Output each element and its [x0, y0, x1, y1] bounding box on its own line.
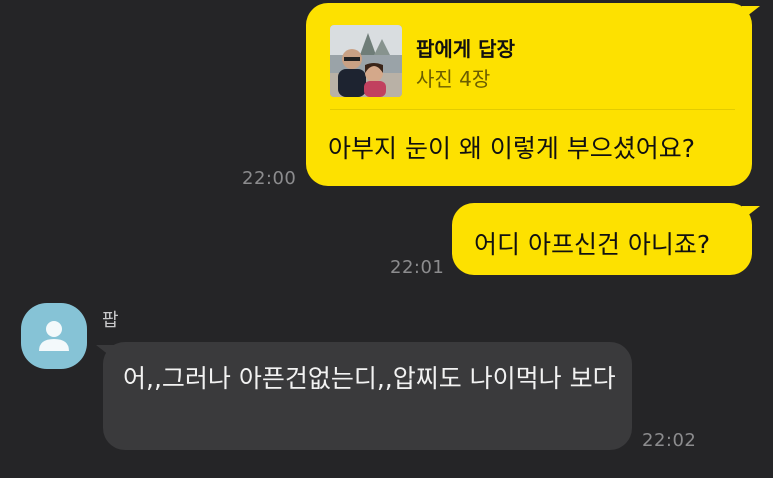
sender-avatar[interactable] — [21, 303, 87, 369]
reply-subtitle: 사진 4장 — [416, 67, 491, 91]
reply-preview[interactable]: 팝에게 답장 사진 4장 — [330, 25, 735, 99]
bubble-tail — [742, 206, 760, 220]
bubble-tail — [742, 6, 760, 20]
message-text: 어디 아프신건 아니죠? — [474, 230, 711, 259]
outgoing-reply-bubble[interactable]: 팝에게 답장 사진 4장 아부지 눈이 왜 이렇게 부으셨어요? — [306, 3, 752, 186]
reply-divider — [330, 109, 735, 110]
message-time: 22:02 — [642, 430, 697, 451]
bubble-tail — [96, 345, 114, 359]
sender-name: 팝 — [102, 310, 119, 331]
default-person-icon — [39, 321, 69, 351]
reply-title: 팝에게 답장 — [416, 37, 515, 61]
message-time: 22:01 — [390, 257, 445, 278]
message-text: 어,,그러나 아픈건없는디,,압찌도 나이먹나 보다 — [123, 364, 616, 393]
message-text: 아부지 눈이 왜 이렇게 부으셨어요? — [328, 134, 696, 163]
reply-photo-thumbnail[interactable] — [330, 25, 402, 97]
message-time: 22:00 — [242, 168, 297, 189]
incoming-message-bubble[interactable]: 어,,그러나 아픈건없는디,,압찌도 나이먹나 보다 — [103, 342, 632, 450]
outgoing-message-bubble[interactable]: 어디 아프신건 아니죠? — [452, 203, 752, 275]
